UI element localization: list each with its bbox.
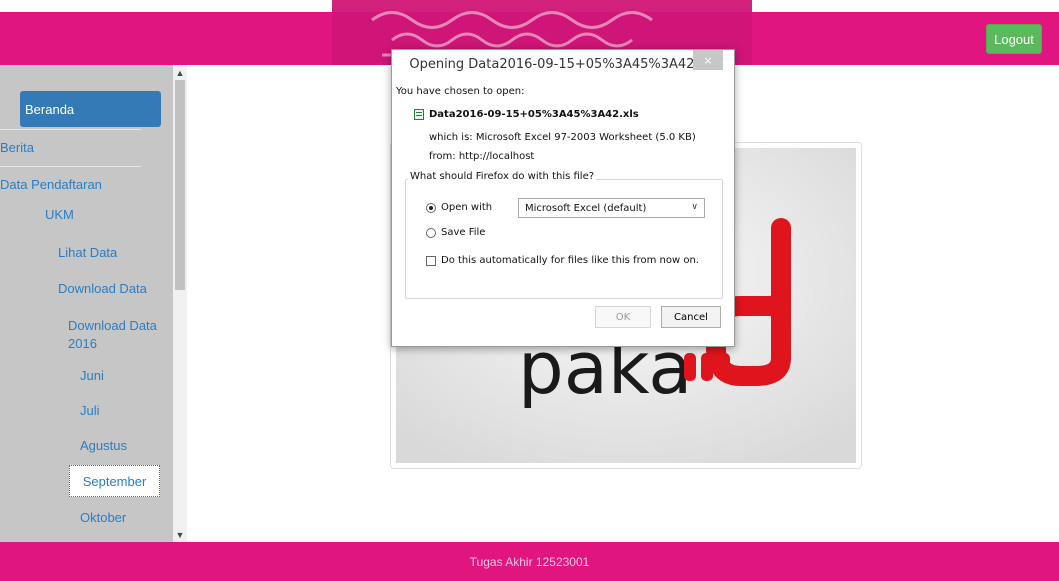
sidebar-item-download-data[interactable]: Download Data <box>58 281 173 296</box>
sidebar-item-berita[interactable]: Berita <box>0 129 141 165</box>
save-file-label[interactable]: Save File <box>441 227 485 238</box>
sidebar-item-juli[interactable]: Juli <box>80 403 173 418</box>
sidebar-item-agustus[interactable]: Agustus <box>80 438 173 453</box>
sidebar-item-data-pendaftaran[interactable]: Data Pendaftaran <box>0 166 141 202</box>
sidebar-item-beranda[interactable]: Beranda <box>20 91 161 127</box>
sidebar-item-ukm[interactable]: UKM <box>45 207 173 222</box>
sidebar-item-label: Data Pendaftaran <box>0 177 102 192</box>
close-icon[interactable]: × <box>693 50 723 70</box>
action-group <box>405 179 723 299</box>
logout-button[interactable]: Logout <box>986 24 1042 54</box>
sidebar-item-label: Berita <box>0 140 34 155</box>
auto-checkbox-label[interactable]: Do this automatically for files like thi… <box>441 255 699 266</box>
sidebar-item-download-data-2016[interactable]: Download Data 2016 <box>68 317 158 353</box>
open-file-dialog: Opening Data2016-09-15+05%3A45%3A42.xls … <box>391 49 735 347</box>
cancel-button[interactable]: Cancel <box>661 306 721 328</box>
auto-checkbox[interactable] <box>426 256 436 266</box>
open-with-app-value: Microsoft Excel (default) <box>525 202 647 214</box>
dialog-intro-text: You have chosen to open: <box>396 86 525 97</box>
ok-button[interactable]: OK <box>595 306 651 328</box>
scroll-up-icon[interactable]: ▲ <box>175 68 185 78</box>
sidebar-item-oktober[interactable]: Oktober <box>80 510 173 525</box>
dialog-file-source: from: http://localhost <box>429 151 535 162</box>
open-with-radio[interactable] <box>426 203 436 213</box>
action-group-question: What should Firefox do with this file? <box>408 171 597 182</box>
footer-text: Tugas Akhir 12523001 <box>469 554 590 569</box>
sidebar-item-lihat-data[interactable]: Lihat Data <box>58 245 173 260</box>
save-file-radio[interactable] <box>426 228 436 238</box>
dialog-filename: Data2016-09-15+05%3A45%3A42.xls <box>429 109 639 120</box>
open-with-label[interactable]: Open with <box>441 202 492 213</box>
chevron-down-icon: ∨ <box>691 202 698 212</box>
sidebar-item-juni[interactable]: Juni <box>80 368 173 383</box>
sidebar: Beranda Berita Data Pendaftaran UKM Liha… <box>0 65 173 542</box>
sidebar-item-september[interactable]: September <box>69 465 160 497</box>
open-with-app-select[interactable]: Microsoft Excel (default) ∨ <box>518 198 705 218</box>
excel-file-icon <box>414 109 424 120</box>
scroll-down-icon[interactable]: ▼ <box>175 530 185 540</box>
footer: Tugas Akhir 12523001 <box>0 542 1059 581</box>
dialog-title: Opening Data2016-09-15+05%3A45%3A42.xls <box>392 50 734 78</box>
dialog-file-type: which is: Microsoft Excel 97-2003 Worksh… <box>429 132 696 143</box>
scrollbar-thumb[interactable] <box>175 80 185 290</box>
